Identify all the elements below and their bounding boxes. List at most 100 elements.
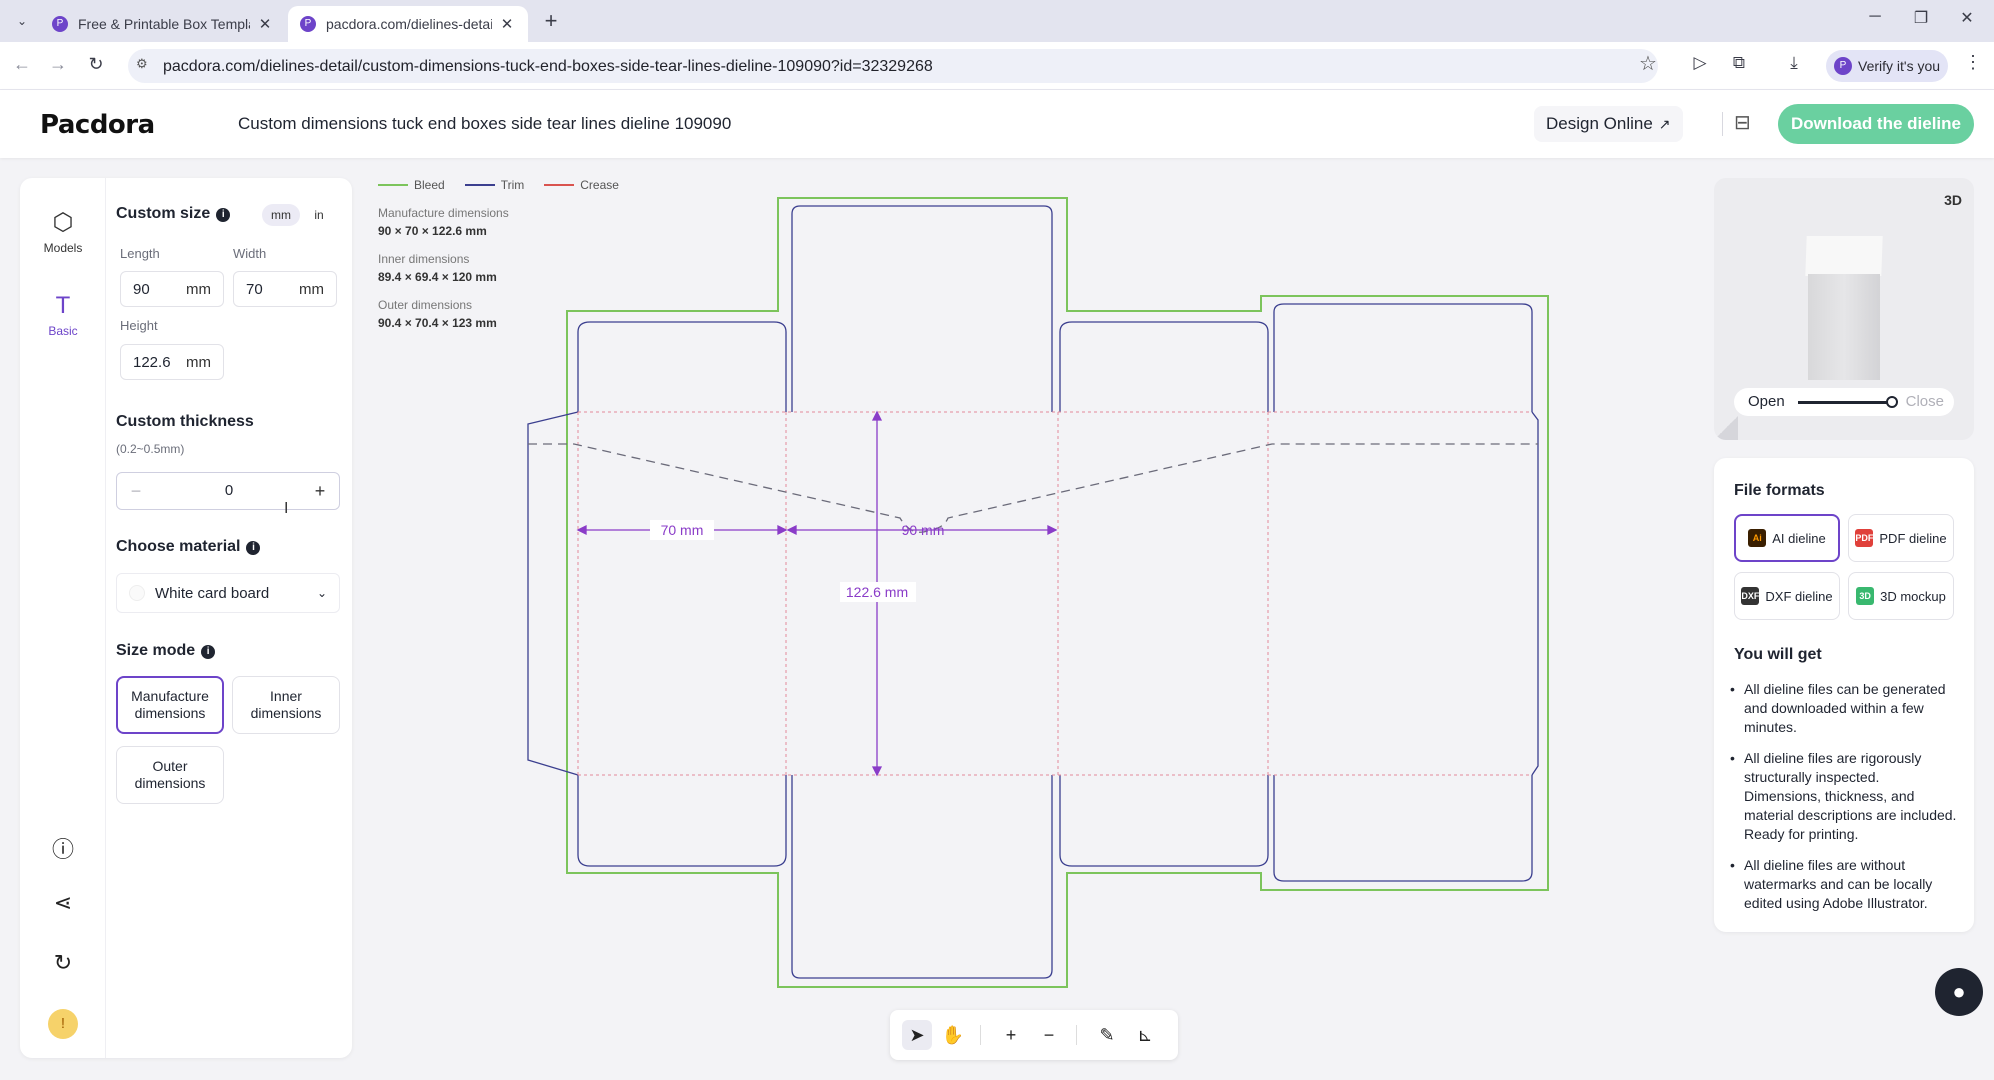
resize-corner-icon[interactable] (1714, 416, 1738, 440)
side-rail: ⬡ Models T Basic ⓘ ⋖ ↻ (20, 178, 106, 1058)
width-field[interactable]: 70 mm (233, 271, 337, 307)
3d-preview-panel[interactable]: 3D Open Close (1714, 178, 1974, 440)
box-model-body (1808, 274, 1880, 380)
height-field[interactable]: 122.6 mm (120, 344, 224, 380)
mode-outer-button[interactable]: Outer dimensions (116, 746, 224, 804)
slider-handle[interactable] (1886, 396, 1898, 408)
dimension-lines (576, 410, 1058, 777)
hand-pan-icon[interactable]: ✋ (938, 1020, 968, 1050)
legend-bleed: Bleed (378, 178, 445, 192)
share-icon[interactable]: ⋖ (20, 890, 106, 916)
extensions-icon[interactable]: ⧉ (1727, 53, 1751, 73)
top-dust-flap-right (1059, 321, 1269, 412)
user-avatar[interactable]: ! (48, 1009, 78, 1039)
dim-key: Outer dimensions (378, 298, 473, 312)
site-info-icon[interactable]: ⚙ (136, 56, 148, 72)
format-dxf-button[interactable]: DXF DXF dieline (1734, 572, 1840, 620)
minimize-window-icon[interactable]: ─ (1860, 8, 1890, 26)
dieline-drawing[interactable]: 70 mm 90 mm 122.6 mm (500, 180, 1560, 1000)
info-icon[interactable]: i (201, 645, 216, 659)
unit-label: mm (186, 353, 211, 371)
text-cursor-icon: I (284, 500, 289, 517)
length-label: Length (120, 246, 160, 261)
browser-tab-dieline[interactable]: P pacdora.com/dielines-detail/ ✕ (288, 6, 528, 42)
pen-edit-icon[interactable]: ✎ (1092, 1020, 1122, 1050)
format-ai-button[interactable]: Ai AI dieline (1734, 514, 1840, 562)
size-mode-label: Size mode (116, 642, 196, 659)
format-3d-mockup-button[interactable]: 3D 3D mockup (1848, 572, 1954, 620)
profile-verify-button[interactable]: P Verify it's you (1826, 50, 1948, 82)
url-text[interactable]: pacdora.com/dielines-detail/custom-dimen… (163, 58, 933, 76)
design-online-button[interactable]: Design Online ↗ (1534, 106, 1683, 142)
chevron-down-icon: ⌄ (316, 586, 327, 600)
zoom-in-icon[interactable]: + (996, 1020, 1026, 1050)
header-divider (1722, 112, 1723, 136)
format-pdf-button[interactable]: PDF PDF dieline (1848, 514, 1954, 562)
decrement-button[interactable]: − (117, 473, 155, 509)
dim-width-label: 70 mm (661, 522, 704, 538)
select-arrow-icon[interactable]: ➤ (902, 1020, 932, 1050)
list-item: All dieline files are rigorously structu… (1730, 749, 1960, 844)
thickness-value[interactable]: 0 (157, 473, 301, 509)
zoom-out-icon[interactable]: − (1034, 1020, 1064, 1050)
width-label: Width (233, 246, 267, 261)
open-close-slider[interactable]: Open Close (1734, 388, 1954, 416)
browser-tab-templates[interactable]: P Free & Printable Box Templat ✕ (40, 6, 286, 42)
rail-item-basic[interactable]: T Basic (20, 292, 106, 338)
increment-button[interactable]: + (301, 473, 339, 509)
close-tab-icon[interactable]: ✕ (498, 15, 516, 33)
tab-search-icon[interactable]: ⌄ (10, 9, 34, 33)
downloads-icon[interactable]: ⤓ (1782, 53, 1806, 73)
choose-material-title: Choose material i (116, 538, 261, 556)
forward-icon[interactable]: → (46, 54, 70, 75)
thickness-stepper[interactable]: − 0 + (116, 472, 340, 510)
bookmark-star-icon[interactable]: ☆ (1639, 51, 1657, 76)
outer-dimensions-info: Outer dimensions 90.4 × 70.4 × 123 mm (378, 298, 497, 330)
refresh-icon[interactable]: ↻ (20, 950, 106, 976)
unit-label: mm (186, 280, 211, 298)
format-label: 3D mockup (1880, 588, 1946, 604)
browser-menu-icon[interactable]: ⋮ (1964, 52, 1982, 73)
pacdora-logo[interactable]: Pacdora (40, 110, 155, 140)
3d-mockup-file-icon: 3D (1856, 587, 1875, 605)
chat-bubble-icon[interactable]: ● (1935, 968, 1983, 1016)
mode-inner-button[interactable]: Inner dimensions (232, 676, 340, 734)
download-dieline-button[interactable]: Download the dieline (1778, 104, 1974, 144)
unit-mm-option[interactable]: mm (262, 204, 300, 226)
unit-in-option[interactable]: in (300, 204, 338, 226)
bottom-tuck-flap (791, 775, 1053, 979)
alert-icon[interactable]: ⓘ (20, 832, 106, 864)
unit-toggle[interactable]: mm in (262, 204, 338, 226)
box-icon[interactable]: ⊟ (1734, 110, 1751, 135)
new-tab-button[interactable]: + (538, 8, 564, 34)
info-icon[interactable]: i (216, 208, 231, 222)
mode-manufacture-button[interactable]: Manufacture dimensions (116, 676, 224, 734)
reload-icon[interactable]: ↻ (84, 54, 108, 75)
list-item: All dieline files are without watermarks… (1730, 856, 1960, 913)
close-tab-icon[interactable]: ✕ (256, 15, 274, 33)
dim-height-label: 122.6 mm (846, 584, 908, 600)
restore-window-icon[interactable]: ❐ (1906, 8, 1936, 28)
3d-view-icon[interactable]: 3D (1944, 192, 1962, 208)
top-tuck-flap (791, 205, 1053, 412)
ruler-measure-icon[interactable]: ⊾ (1130, 1020, 1160, 1050)
back-icon[interactable]: ← (10, 54, 34, 75)
play-extension-icon[interactable]: ▷ (1688, 53, 1712, 73)
dim-value: 90.4 × 70.4 × 123 mm (378, 316, 497, 330)
open-label: Open (1748, 393, 1785, 410)
top-dust-flap-left (577, 321, 787, 412)
box-model-top (1805, 236, 1883, 276)
ai-file-icon: Ai (1748, 529, 1767, 547)
rail-item-models[interactable]: ⬡ Models (20, 208, 106, 255)
hammer-icon: T (55, 292, 71, 319)
format-label: DXF dieline (1765, 588, 1833, 604)
material-swatch (129, 585, 145, 601)
slider-track[interactable] (1798, 401, 1890, 404)
custom-size-title: Custom size i (116, 205, 231, 223)
info-icon[interactable]: i (246, 541, 261, 555)
legend-swatch (378, 184, 408, 186)
length-field[interactable]: 90 mm (120, 271, 224, 307)
close-window-icon[interactable]: ✕ (1952, 8, 1982, 28)
profile-avatar-icon: P (1834, 57, 1852, 75)
material-select[interactable]: White card board ⌄ (116, 573, 340, 613)
